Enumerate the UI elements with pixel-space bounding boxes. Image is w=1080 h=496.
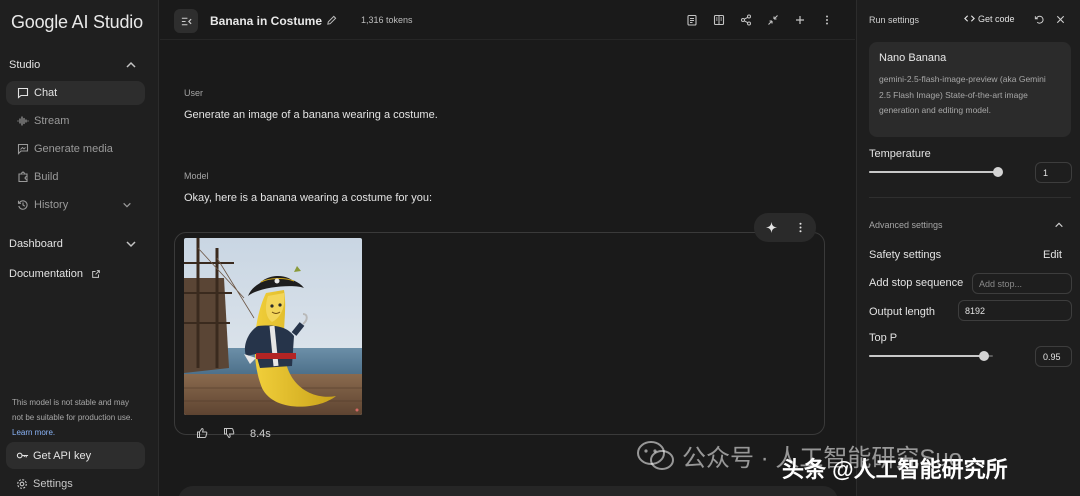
toggle-sidebar-button[interactable] xyxy=(174,9,198,33)
key-icon xyxy=(16,449,29,462)
top-p-slider-fill xyxy=(869,355,985,357)
reset-icon[interactable] xyxy=(1034,14,1045,25)
advanced-settings-header[interactable]: Advanced settings xyxy=(869,220,943,230)
temperature-input[interactable]: 1 xyxy=(1035,162,1072,183)
temperature-slider[interactable] xyxy=(869,167,1004,177)
user-role-label: User xyxy=(184,88,204,98)
thumbs-down-icon[interactable] xyxy=(223,427,235,439)
chat-title[interactable]: Banana in Costume xyxy=(210,14,322,28)
sidebar: Google AI Studio Studio Chat Stream Gene… xyxy=(0,0,159,496)
user-message: Generate an image of a banana wearing a … xyxy=(184,109,438,121)
get-api-key-label: Get API key xyxy=(33,449,92,462)
run-settings-title: Run settings xyxy=(869,15,920,25)
documentation-label: Documentation xyxy=(9,268,83,280)
history-icon xyxy=(17,199,29,211)
top-p-slider[interactable] xyxy=(869,351,993,361)
top-p-slider-thumb[interactable] xyxy=(979,351,990,361)
app-logo[interactable]: Google AI Studio xyxy=(11,12,143,33)
chevron-up-icon xyxy=(125,59,137,71)
chat-icon xyxy=(17,87,29,99)
sidebar-toggle-icon xyxy=(181,17,192,25)
share-icon[interactable] xyxy=(740,14,752,26)
model-role-label: Model xyxy=(184,171,209,181)
chevron-down-icon xyxy=(122,200,132,210)
more-vert-icon[interactable] xyxy=(794,221,807,234)
documentation-link[interactable]: Documentation xyxy=(9,268,101,280)
sidebar-item-label: Chat xyxy=(34,87,58,99)
add-icon[interactable] xyxy=(794,14,806,26)
studio-section-label: Studio xyxy=(9,59,41,71)
compare-icon[interactable] xyxy=(713,14,725,26)
settings-button[interactable]: Settings xyxy=(16,478,73,490)
safety-settings-label: Safety settings xyxy=(869,249,942,261)
compress-icon[interactable] xyxy=(767,14,779,26)
divider xyxy=(869,197,1071,198)
learn-more-link[interactable]: Learn more. xyxy=(12,428,55,437)
sidebar-item-stream[interactable]: Stream xyxy=(6,109,145,133)
close-icon[interactable] xyxy=(1055,14,1066,25)
temperature-slider-fill xyxy=(869,171,999,173)
model-description: gemini-2.5-flash-image-preview (aka Gemi… xyxy=(879,74,1046,115)
model-message: Okay, here is a banana wearing a costume… xyxy=(184,192,433,204)
code-icon xyxy=(964,13,975,24)
token-count: 1,316 tokens xyxy=(361,15,413,25)
disclaimer-text: This model is not stable and may not be … xyxy=(12,398,133,422)
top-p-input[interactable]: 0.95 xyxy=(1035,346,1072,367)
puzzle-icon xyxy=(17,171,29,183)
chevron-up-icon[interactable] xyxy=(1054,220,1064,230)
run-settings-panel: Run settings Get code Nano Banana gemini… xyxy=(856,0,1080,496)
get-code-label: Get code xyxy=(978,13,1015,24)
output-length-input[interactable]: 8192 xyxy=(958,300,1072,321)
prompt-input-area[interactable] xyxy=(178,486,838,496)
studio-section-header[interactable]: Studio xyxy=(9,59,137,71)
generated-image[interactable] xyxy=(184,238,362,415)
sidebar-item-chat[interactable]: Chat xyxy=(6,81,145,105)
thumbs-up-icon[interactable] xyxy=(196,427,208,439)
sparkle-icon[interactable] xyxy=(765,221,778,234)
get-api-key-button[interactable]: Get API key xyxy=(6,442,145,469)
sidebar-item-label: Generate media xyxy=(34,143,113,155)
waveform-icon xyxy=(17,115,29,127)
media-icon xyxy=(17,143,29,155)
notes-icon[interactable] xyxy=(686,14,698,26)
external-link-icon xyxy=(91,269,101,279)
response-latency: 8.4s xyxy=(250,428,271,440)
stop-sequence-label: Add stop sequence xyxy=(869,277,964,289)
get-code-button[interactable]: Get code xyxy=(964,13,1015,24)
more-vert-icon[interactable] xyxy=(821,14,833,26)
pencil-icon[interactable] xyxy=(326,15,337,26)
chevron-down-icon xyxy=(125,238,137,250)
sidebar-item-generate-media[interactable]: Generate media xyxy=(6,137,145,161)
settings-label: Settings xyxy=(33,478,73,490)
sidebar-item-label: Build xyxy=(34,171,59,183)
stop-sequence-input[interactable]: Add stop... xyxy=(972,273,1072,294)
output-length-label: Output length xyxy=(869,306,936,318)
temperature-slider-thumb[interactable] xyxy=(993,167,1004,177)
top-p-label: Top P xyxy=(869,332,898,344)
dashboard-section-label: Dashboard xyxy=(9,238,63,250)
chat-main: Banana in Costume 1,316 tokens User Gene… xyxy=(160,0,855,496)
dashboard-section-header[interactable]: Dashboard xyxy=(9,238,137,250)
gear-icon xyxy=(16,478,28,490)
temperature-label: Temperature xyxy=(869,148,931,160)
chat-toolbar: Banana in Costume 1,316 tokens xyxy=(160,0,855,40)
wechat-logo-icon xyxy=(636,440,676,472)
model-name: Nano Banana xyxy=(879,52,947,64)
safety-edit-button[interactable]: Edit xyxy=(1043,249,1062,261)
watermark-toutiao: 头条 @人工智能研究所 xyxy=(782,457,1008,482)
sidebar-item-label: History xyxy=(34,199,69,211)
model-selector[interactable]: Nano Banana gemini-2.5-flash-image-previ… xyxy=(869,42,1071,137)
model-disclaimer: This model is not stable and may not be … xyxy=(12,395,137,440)
sidebar-item-build[interactable]: Build xyxy=(6,165,145,189)
sidebar-item-history[interactable]: History xyxy=(6,193,145,217)
response-actions-bar xyxy=(754,213,816,242)
sidebar-item-label: Stream xyxy=(34,115,70,127)
